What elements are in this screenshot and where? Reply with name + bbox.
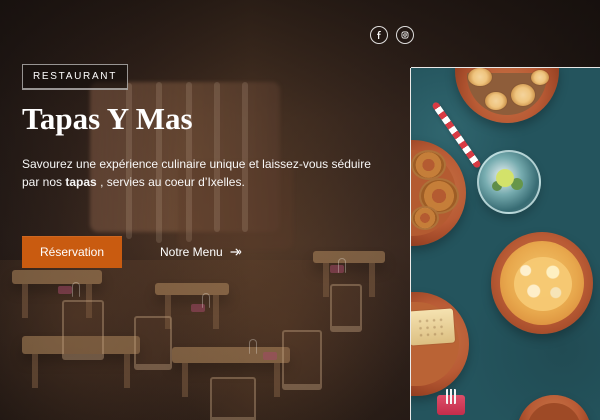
calamari-ring: [411, 206, 439, 230]
menu-label: Notre Menu: [160, 245, 223, 260]
patatas-bravas: [514, 257, 572, 311]
hero-description: Savourez une expérience culinaire unique…: [22, 155, 378, 192]
restaurant-chair: [282, 330, 322, 390]
menu-link[interactable]: Notre Menu: [160, 246, 242, 258]
table-napkin: [263, 352, 277, 360]
fork-icon: [437, 389, 465, 415]
dish-inner: [527, 403, 581, 420]
social-links: [370, 26, 414, 44]
instagram-link[interactable]: [396, 26, 414, 44]
restaurant-chair: [330, 284, 362, 332]
reservation-button[interactable]: Réservation: [22, 236, 122, 269]
wine-glass: [72, 282, 80, 297]
croquette: [511, 84, 535, 106]
description-highlight: tapas: [65, 175, 97, 190]
hero-actions: Réservation Notre Menu: [22, 236, 382, 269]
croquette: [531, 70, 549, 85]
croquette: [485, 92, 507, 110]
food-image: [411, 68, 600, 420]
wine-glass: [202, 293, 210, 308]
restaurant-chair: [134, 316, 172, 370]
restaurant-label: RESTAURANT: [22, 64, 129, 90]
restaurant-table: [155, 283, 229, 329]
croquette: [468, 68, 492, 86]
facebook-link[interactable]: [370, 26, 388, 44]
drink-glass: [477, 150, 541, 214]
hero-section: RESTAURANT Tapas Y Mas Savourez une expé…: [0, 0, 600, 420]
restaurant-table: [12, 270, 102, 318]
arrow-right-icon: [230, 248, 242, 256]
page-title: Tapas Y Mas: [22, 101, 193, 136]
cheese-slice: [411, 308, 456, 346]
description-part: , servies au coeur d’Ixelles.: [100, 175, 245, 190]
restaurant-chair: [62, 300, 104, 360]
tapas-dish: [517, 395, 591, 420]
facebook-icon: [377, 31, 381, 39]
hero-content: RESTAURANT Tapas Y Mas Savourez une expé…: [22, 64, 382, 269]
table-napkin: [58, 286, 72, 294]
restaurant-chair: [210, 377, 256, 420]
instagram-icon: [401, 31, 409, 39]
wine-glass: [249, 339, 257, 354]
calamari-ring: [411, 150, 446, 180]
